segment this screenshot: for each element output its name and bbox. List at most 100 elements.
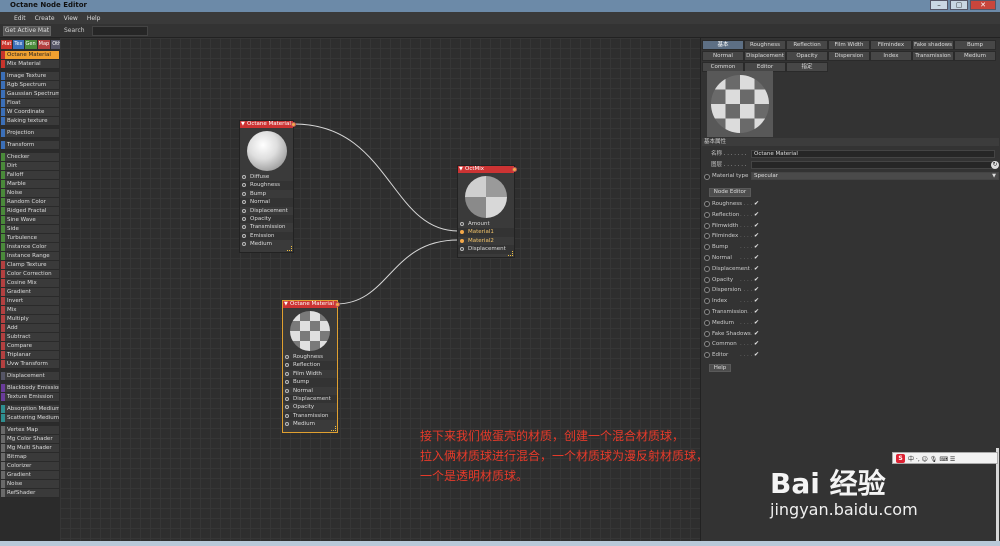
radio-icon[interactable] bbox=[704, 174, 710, 180]
node-list-item[interactable]: Checker bbox=[1, 153, 59, 162]
node-list-item[interactable]: Side bbox=[1, 225, 59, 234]
channel-row-normal[interactable]: Normal . . . . . ✔ bbox=[704, 253, 804, 264]
category-tab-tex[interactable]: Tex bbox=[13, 40, 24, 49]
node-list-item[interactable]: Mix Material bbox=[1, 60, 59, 69]
panel-tab[interactable]: Bump bbox=[954, 40, 996, 50]
input-port-normal[interactable]: Normal bbox=[283, 387, 337, 395]
input-port-amount[interactable]: Amount bbox=[458, 220, 514, 228]
node-list-item[interactable]: Transform bbox=[1, 141, 59, 150]
panel-tab[interactable]: Displacement bbox=[744, 51, 786, 61]
node-list-item[interactable]: Noise bbox=[1, 480, 59, 489]
node-list-item[interactable]: Sine Wave bbox=[1, 216, 59, 225]
maximize-button[interactable]: ▢ bbox=[950, 0, 968, 10]
node-list-item[interactable]: Colorizer bbox=[1, 462, 59, 471]
port-socket-icon[interactable] bbox=[242, 242, 246, 247]
radio-icon[interactable] bbox=[704, 341, 710, 348]
panel-tab[interactable]: Reflection bbox=[786, 40, 828, 50]
radio-icon[interactable] bbox=[704, 233, 710, 240]
radio-icon[interactable] bbox=[704, 287, 710, 294]
panel-tab[interactable]: 基本 bbox=[702, 40, 744, 50]
panel-tab[interactable]: Fake shadows bbox=[912, 40, 954, 50]
node-list-item[interactable]: Color Correction bbox=[1, 270, 59, 279]
input-port-diffuse[interactable]: Diffuse bbox=[240, 173, 293, 181]
menu-view[interactable]: View bbox=[64, 15, 78, 22]
radio-icon[interactable] bbox=[704, 276, 710, 283]
port-socket-icon[interactable] bbox=[285, 363, 289, 368]
port-socket-icon[interactable] bbox=[285, 380, 289, 385]
material-type-dropdown[interactable]: Specular ▼ bbox=[751, 172, 999, 180]
checkmark-icon[interactable]: ✔ bbox=[754, 221, 759, 231]
checkmark-icon[interactable]: ✔ bbox=[754, 242, 759, 252]
node-list-item[interactable]: Ridged Fractal bbox=[1, 207, 59, 216]
node-list-item[interactable]: Scattering Medium bbox=[1, 414, 59, 423]
port-socket-icon[interactable] bbox=[460, 238, 464, 243]
checkmark-icon[interactable]: ✔ bbox=[754, 199, 759, 209]
port-socket-icon[interactable] bbox=[285, 388, 289, 393]
node-list-item[interactable]: Gradient bbox=[1, 471, 59, 480]
category-tab-map[interactable]: Map bbox=[37, 40, 51, 49]
menu-create[interactable]: Create bbox=[35, 15, 55, 22]
node-list-item[interactable]: Absorption Medium bbox=[1, 405, 59, 414]
input-port-material2[interactable]: Material2 bbox=[458, 237, 514, 245]
panel-tab[interactable]: Normal bbox=[702, 51, 744, 61]
channel-row-fake-shadows[interactable]: Fake Shadows . . . . . ✔ bbox=[704, 329, 804, 340]
radio-icon[interactable] bbox=[704, 330, 710, 337]
node-list-item[interactable]: Gaussian Spectrum bbox=[1, 90, 59, 99]
node-list-item[interactable]: Triplanar bbox=[1, 351, 59, 360]
input-port-transmission[interactable]: Transmission bbox=[240, 223, 293, 231]
input-port-normal[interactable]: Normal bbox=[240, 198, 293, 207]
resize-handle[interactable] bbox=[287, 246, 292, 251]
channel-row-filmindex[interactable]: Filmindex . . . . . ✔ bbox=[704, 231, 804, 242]
port-socket-icon[interactable] bbox=[242, 191, 246, 196]
node-list-item[interactable]: Instance Color bbox=[1, 243, 59, 252]
node-list-item[interactable]: Turbulence bbox=[1, 234, 59, 243]
panel-tab[interactable]: Index bbox=[870, 51, 912, 61]
port-socket-icon[interactable] bbox=[242, 175, 246, 179]
checkmark-icon[interactable]: ✔ bbox=[754, 350, 759, 360]
node-list-item[interactable]: Subtract bbox=[1, 333, 59, 342]
input-port-roughness[interactable]: Roughness bbox=[283, 353, 337, 361]
channel-row-index[interactable]: Index . . . . . ✔ bbox=[704, 296, 804, 307]
node-list-item[interactable]: Rgb Spectrum bbox=[1, 81, 59, 90]
panel-tab[interactable]: 指定 bbox=[786, 62, 828, 72]
node-list-item[interactable]: Compare bbox=[1, 342, 59, 351]
layer-field[interactable] bbox=[751, 161, 995, 169]
radio-icon[interactable] bbox=[704, 201, 710, 207]
node-list-item[interactable]: Dirt bbox=[1, 162, 59, 171]
channel-row-transmission[interactable]: Transmission . . . . . ✔ bbox=[704, 307, 804, 318]
octane-material-node-2[interactable]: ▼ Octane Material Roughness Reflection Film… bbox=[282, 300, 340, 433]
checkmark-icon[interactable]: ✔ bbox=[754, 210, 759, 220]
octmix-node[interactable]: ▼ OctMix Amount Material1 Material2 Displace… bbox=[457, 165, 517, 258]
port-socket-icon[interactable] bbox=[242, 225, 246, 230]
port-socket-icon[interactable] bbox=[460, 247, 464, 252]
input-port-displacement[interactable]: Displacement bbox=[283, 394, 337, 404]
port-socket-icon[interactable] bbox=[460, 222, 464, 226]
output-port[interactable] bbox=[512, 167, 517, 172]
port-socket-icon[interactable] bbox=[285, 413, 289, 418]
octane-material-node-1[interactable]: ▼ Octane Material Diffuse Roughness Bump Nor… bbox=[239, 120, 296, 253]
node-list-item[interactable]: Mg Color Shader bbox=[1, 435, 59, 444]
radio-icon[interactable] bbox=[704, 265, 710, 272]
panel-tab[interactable]: Roughness bbox=[744, 40, 786, 50]
node-list-item[interactable]: Invert bbox=[1, 297, 59, 306]
node-list-item[interactable]: Add bbox=[1, 324, 59, 333]
panel-tab[interactable]: Transmission bbox=[912, 51, 954, 61]
checkmark-icon[interactable]: ✔ bbox=[754, 339, 759, 349]
node-list-item[interactable]: Marble bbox=[1, 180, 59, 189]
channel-row-dispersion[interactable]: Dispersion . . . . . ✔ bbox=[704, 285, 804, 296]
resize-handle[interactable] bbox=[508, 251, 513, 256]
node-list-item[interactable]: Cosine Mix bbox=[1, 279, 59, 288]
get-active-mat-button[interactable]: Get Active Mat bbox=[3, 26, 51, 36]
node-list-item[interactable]: Random Color bbox=[1, 198, 59, 207]
checkmark-icon[interactable]: ✔ bbox=[754, 296, 759, 306]
port-socket-icon[interactable] bbox=[242, 183, 246, 188]
port-socket-icon[interactable] bbox=[285, 405, 289, 410]
node-list-item[interactable]: Vertex Map bbox=[1, 426, 59, 435]
node-list-item[interactable]: Baking texture bbox=[1, 117, 59, 126]
node-editor-button[interactable]: Node Editor bbox=[709, 188, 751, 197]
checkmark-icon[interactable]: ✔ bbox=[754, 307, 759, 317]
channel-row-filmwidth[interactable]: Filmwidth . . . . . ✔ bbox=[704, 221, 804, 232]
help-button[interactable]: Help bbox=[709, 364, 731, 372]
input-port-opacity[interactable]: Opacity bbox=[283, 403, 337, 411]
channel-row-opacity[interactable]: Opacity . . . . . ✔ bbox=[704, 275, 804, 286]
